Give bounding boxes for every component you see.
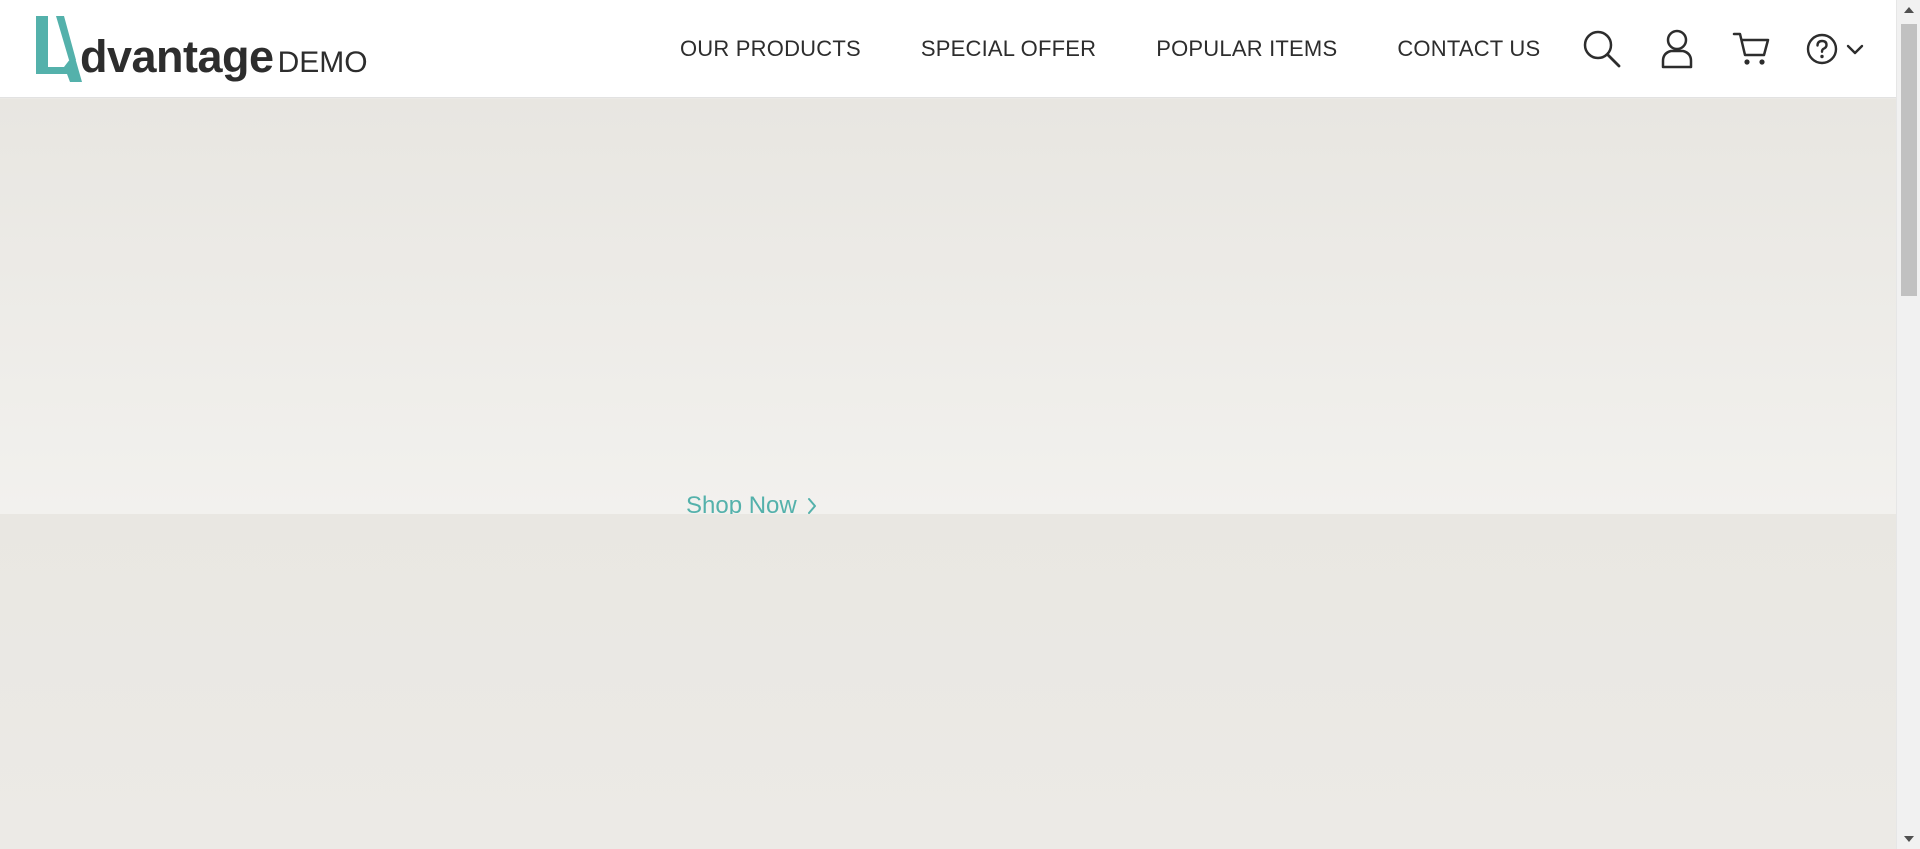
logo-mark-icon bbox=[36, 16, 82, 82]
content-section bbox=[0, 514, 1896, 849]
search-icon bbox=[1583, 30, 1621, 68]
chevron-right-icon bbox=[807, 498, 816, 514]
chevron-down-icon bbox=[1846, 44, 1864, 55]
user-icon bbox=[1661, 29, 1693, 69]
scroll-up-arrow-icon bbox=[1904, 7, 1914, 13]
help-icon bbox=[1806, 33, 1838, 65]
logo-name: dvantage bbox=[80, 31, 274, 82]
nav-special-offer[interactable]: SPECIAL OFFER bbox=[921, 36, 1096, 62]
vertical-scrollbar[interactable] bbox=[1896, 0, 1920, 849]
logo-suffix: DEMO bbox=[277, 46, 368, 79]
nav-popular-items[interactable]: POPULAR ITEMS bbox=[1156, 36, 1337, 62]
nav-our-products[interactable]: OUR PRODUCTS bbox=[680, 36, 861, 62]
site-logo[interactable]: dvantage DEMO bbox=[34, 14, 368, 84]
shop-now-label: Shop Now bbox=[686, 492, 797, 514]
search-button[interactable] bbox=[1582, 29, 1622, 69]
scroll-thumb[interactable] bbox=[1901, 24, 1917, 296]
scroll-down-button[interactable] bbox=[1897, 829, 1920, 849]
cart-icon bbox=[1732, 32, 1770, 65]
help-menu-button[interactable] bbox=[1806, 33, 1864, 65]
header-icons bbox=[1582, 0, 1864, 98]
site-header: dvantage DEMO OUR PRODUCTS SPECIAL OFFER… bbox=[0, 0, 1896, 98]
scroll-up-button[interactable] bbox=[1897, 0, 1920, 20]
shop-now-link[interactable]: Shop Now bbox=[686, 492, 817, 514]
nav-contact-us[interactable]: CONTACT US bbox=[1397, 36, 1540, 62]
cart-button[interactable] bbox=[1732, 31, 1770, 67]
hero-banner: Shop Now bbox=[0, 99, 1896, 514]
user-button[interactable] bbox=[1660, 29, 1694, 69]
main-nav: OUR PRODUCTS SPECIAL OFFER POPULAR ITEMS… bbox=[680, 0, 1540, 98]
scroll-down-arrow-icon bbox=[1904, 836, 1914, 842]
